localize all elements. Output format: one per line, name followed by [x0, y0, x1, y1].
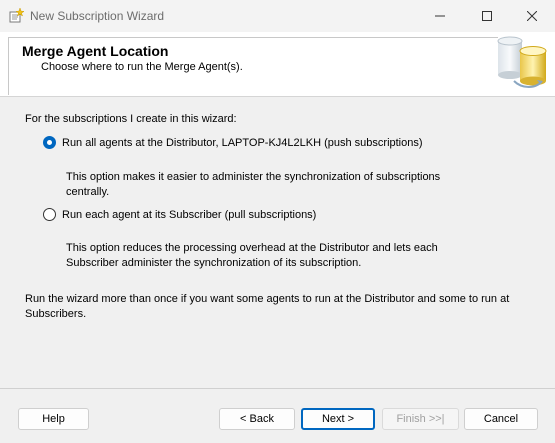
finish-button[interactable]: Finish >>| [382, 408, 459, 430]
pull-radio-button[interactable] [43, 208, 56, 221]
cancel-button[interactable]: Cancel [464, 408, 538, 430]
back-button[interactable]: < Back [219, 408, 295, 430]
maximize-button[interactable] [464, 0, 510, 32]
wizard-content: For the subscriptions I create in this w… [0, 98, 555, 368]
button-bar-divider [0, 388, 555, 389]
maximize-icon [482, 11, 492, 21]
wizard-note: Run the wizard more than once if you wan… [25, 293, 510, 320]
pull-option-description: This option reduces the processing overh… [66, 242, 438, 269]
minimize-button[interactable] [417, 0, 463, 32]
close-icon [527, 11, 537, 21]
help-button[interactable]: Help [18, 408, 89, 430]
database-replication-icon [497, 36, 547, 88]
window-title: New Subscription Wizard [30, 9, 165, 23]
push-radio-button[interactable] [43, 136, 56, 149]
push-option-description: This option makes it easier to administe… [66, 171, 441, 198]
page-title: Merge Agent Location [22, 43, 169, 59]
close-button[interactable] [509, 0, 555, 32]
page-subtitle: Choose where to run the Merge Agent(s). [41, 61, 243, 73]
pull-option-label[interactable]: Run each agent at its Subscriber (pull s… [62, 209, 316, 221]
pull-subscriptions-option[interactable]: Run each agent at its Subscriber (pull s… [43, 208, 316, 221]
title-bar[interactable]: New Subscription Wizard [0, 0, 555, 32]
push-option-label[interactable]: Run all agents at the Distributor, LAPTO… [62, 137, 423, 149]
minimize-icon [435, 15, 445, 17]
next-button[interactable]: Next > [301, 408, 375, 430]
intro-text: For the subscriptions I create in this w… [25, 113, 237, 125]
wizard-app-icon [9, 7, 25, 23]
push-subscriptions-option[interactable]: Run all agents at the Distributor, LAPTO… [43, 136, 423, 149]
wizard-header: Merge Agent Location Choose where to run… [0, 32, 555, 97]
